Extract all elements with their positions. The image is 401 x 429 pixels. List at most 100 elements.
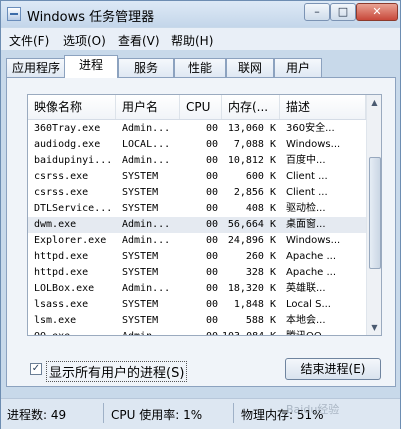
process-name-cell: httpd.exe	[34, 251, 89, 262]
col-memory[interactable]: 内存(...	[222, 95, 280, 119]
process-row[interactable]: audiodg.exe LOCAL... 00 7,088 K Windows...	[28, 137, 366, 153]
process-user-cell: SYSTEM	[122, 315, 159, 326]
process-mem-cell: 13,060 K	[227, 123, 276, 134]
process-desc-cell: Apache ...	[286, 251, 337, 262]
menu-view[interactable]: 查看(V)	[118, 32, 160, 49]
scroll-down-icon[interactable]: ▼	[369, 322, 380, 333]
process-user-cell: SYSTEM	[122, 251, 159, 262]
process-name-cell: httpd.exe	[34, 267, 89, 278]
process-row[interactable]: httpd.exe SYSTEM 00 260 K Apache ...	[28, 249, 366, 265]
process-row[interactable]: baidupinyi... Admin... 00 10,812 K 百度中...	[28, 153, 366, 169]
process-name-cell: lsm.exe	[34, 315, 77, 326]
tab-strip: 应用程序 进程 服务 性能 联网 用户	[6, 55, 396, 78]
process-desc-cell: Windows...	[286, 139, 341, 150]
task-manager-window: Windows 任务管理器 – □ ✕ 文件(F) 选项(O) 查看(V) 帮助…	[0, 0, 401, 429]
scroll-thumb[interactable]	[369, 157, 381, 269]
process-mem-cell: 10,812 K	[227, 155, 276, 166]
process-cpu-cell: 00	[180, 329, 222, 335]
process-user-cell: SYSTEM	[122, 171, 159, 182]
process-cpu-cell: 00	[205, 187, 218, 198]
process-desc-cell: Local S...	[286, 299, 331, 310]
process-mem-cell: 328 K	[245, 267, 276, 278]
process-cpu-cell: 00	[205, 283, 218, 294]
process-row[interactable]: LOLBox.exe Admin... 00 18,320 K 英雄联...	[28, 281, 366, 297]
end-process-button[interactable]: 结束进程(E)	[285, 358, 381, 380]
process-name-cell: DTLService...	[34, 203, 113, 214]
process-name-cell: audiodg.exe	[34, 139, 101, 150]
process-row[interactable]: lsm.exe SYSTEM 00 588 K 本地会...	[28, 313, 366, 329]
process-name-cell: csrss.exe	[34, 187, 89, 198]
process-row[interactable]: httpd.exe SYSTEM 00 328 K Apache ...	[28, 265, 366, 281]
title-bar[interactable]: Windows 任务管理器 – □ ✕	[1, 1, 400, 27]
task-manager-icon	[7, 7, 21, 21]
processes-panel: 映像名称 用户名 CPU 内存(... 描述 360Tray.exe Admin.…	[6, 77, 396, 387]
process-name-cell: dwm.exe	[34, 219, 77, 230]
tab-networking[interactable]: 联网	[226, 58, 274, 77]
process-user-cell: Admin...	[122, 219, 171, 230]
col-image-name[interactable]: 映像名称	[28, 95, 116, 119]
status-divider	[103, 403, 104, 423]
process-user-cell: SYSTEM	[122, 203, 159, 214]
process-row[interactable]: QQ.exeAdmin...00103,084 K腾讯QQ	[28, 329, 366, 335]
menu-options[interactable]: 选项(O)	[63, 32, 106, 49]
tab-services[interactable]: 服务	[118, 58, 174, 77]
close-button[interactable]: ✕	[356, 3, 398, 21]
process-desc-cell: 百度中...	[286, 155, 326, 166]
tab-users[interactable]: 用户	[274, 58, 322, 77]
col-cpu[interactable]: CPU	[180, 95, 222, 119]
process-cpu-cell: 00	[205, 235, 218, 246]
process-list[interactable]: 映像名称 用户名 CPU 内存(... 描述 360Tray.exe Admin.…	[27, 94, 382, 336]
process-mem-cell: 7,088 K	[233, 139, 276, 150]
process-name-cell: Explorer.exe	[34, 235, 107, 246]
tab-performance[interactable]: 性能	[174, 58, 226, 77]
status-cpu-usage: CPU 使用率: 1%	[111, 408, 203, 422]
process-cpu-cell: 00	[205, 267, 218, 278]
process-cpu-cell: 00	[205, 155, 218, 166]
process-name-cell: 360Tray.exe	[34, 123, 101, 134]
scroll-up-icon[interactable]: ▲	[369, 97, 380, 108]
process-mem-cell: 24,896 K	[227, 235, 276, 246]
process-user-cell: SYSTEM	[122, 299, 159, 310]
process-desc-cell: 桌面窗...	[286, 219, 326, 230]
process-user-cell: Admin...	[122, 155, 171, 166]
process-cpu-cell: 00	[205, 251, 218, 262]
maximize-button[interactable]: □	[330, 3, 356, 21]
process-row[interactable]: Explorer.exe Admin... 00 24,896 K Windows...	[28, 233, 366, 249]
menu-file[interactable]: 文件(F)	[9, 32, 49, 49]
process-user-cell: LOCAL...	[122, 139, 171, 150]
process-mem-cell: 103,084 K	[222, 329, 280, 335]
process-mem-cell: 408 K	[245, 203, 276, 214]
status-divider	[233, 403, 234, 423]
process-row[interactable]: csrss.exe SYSTEM 00 2,856 K Client ...	[28, 185, 366, 201]
tab-applications[interactable]: 应用程序	[6, 58, 66, 77]
process-name-cell: csrss.exe	[34, 171, 89, 182]
process-row[interactable]: DTLService... SYSTEM 00 408 K 驱动检...	[28, 201, 366, 217]
process-row[interactable]: 360Tray.exe Admin... 00 13,060 K 360安全...	[28, 121, 366, 137]
status-process-count: 进程数: 49	[7, 408, 67, 422]
process-name-cell: lsass.exe	[34, 299, 89, 310]
process-mem-cell: 1,848 K	[233, 299, 276, 310]
process-desc-cell: Client ...	[286, 171, 328, 182]
vertical-scrollbar[interactable]: ▲ ▼	[366, 95, 381, 335]
process-row[interactable]: lsass.exe SYSTEM 00 1,848 K Local S...	[28, 297, 366, 313]
process-cpu-cell: 00	[205, 171, 218, 182]
col-description[interactable]: 描述	[280, 95, 366, 119]
tab-processes[interactable]: 进程	[64, 55, 118, 78]
process-row[interactable]: csrss.exe SYSTEM 00 600 K Client ...	[28, 169, 366, 185]
process-mem-cell: 260 K	[245, 251, 276, 262]
menu-help[interactable]: 帮助(H)	[171, 32, 213, 49]
process-cpu-cell: 00	[205, 219, 218, 230]
process-cpu-cell: 00	[205, 139, 218, 150]
process-mem-cell: 18,320 K	[227, 283, 276, 294]
show-all-users-label[interactable]: 显示所有用户的进程(S)	[46, 361, 188, 382]
process-name-cell: baidupinyi...	[34, 155, 113, 166]
show-all-users-checkbox[interactable]: ✓	[30, 363, 42, 375]
process-row[interactable]: dwm.exe Admin... 00 56,664 K 桌面窗...	[28, 217, 366, 233]
process-desc-cell: 腾讯QQ	[280, 329, 366, 335]
minimize-button[interactable]: –	[304, 3, 330, 21]
process-desc-cell: 360安全...	[286, 123, 335, 134]
process-user-cell: Admin...	[122, 283, 171, 294]
process-cpu-cell: 00	[205, 299, 218, 310]
menu-bar: 文件(F) 选项(O) 查看(V) 帮助(H)	[1, 28, 400, 50]
col-user-name[interactable]: 用户名	[116, 95, 180, 119]
